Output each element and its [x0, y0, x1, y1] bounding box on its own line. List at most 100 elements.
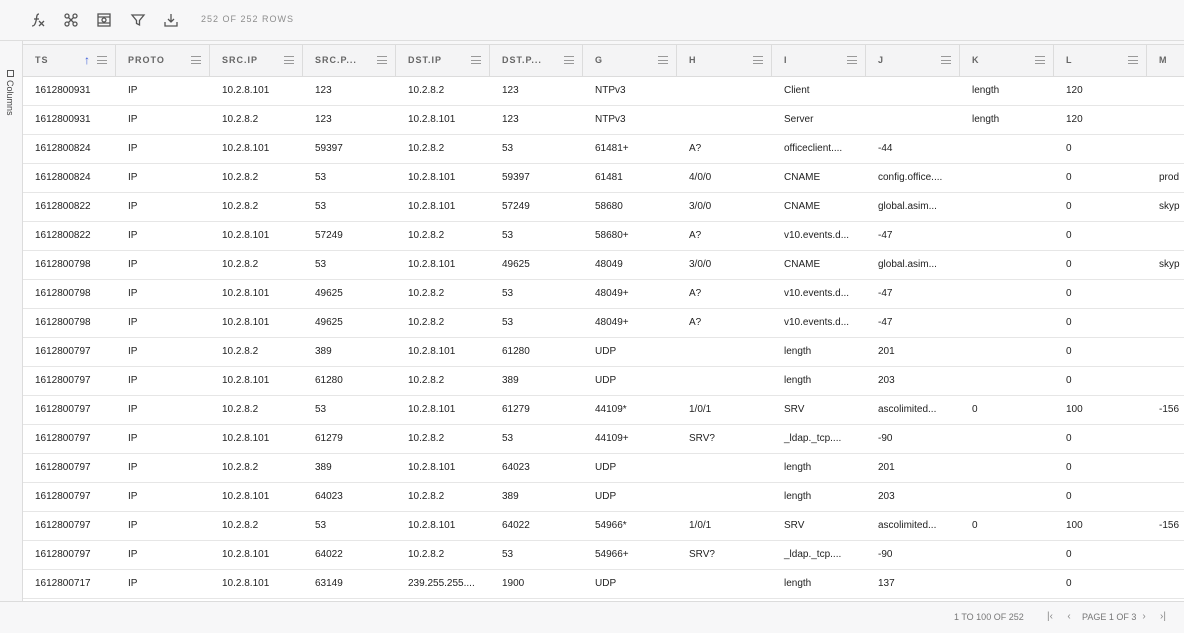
cell-src-ip[interactable]: 10.2.8.2	[210, 454, 303, 482]
cell-j[interactable]: -47	[866, 222, 960, 250]
cell-ts[interactable]: 1612800797	[23, 425, 116, 453]
cell-dst-port[interactable]: 53	[490, 309, 583, 337]
cell-dst-port[interactable]: 123	[490, 77, 583, 105]
column-header-j[interactable]: J	[866, 45, 960, 76]
cell-ts[interactable]: 1612800798	[23, 309, 116, 337]
table-row[interactable]: 1612800931 IP 10.2.8.2 123 10.2.8.101 123 NTPv…	[23, 106, 1184, 135]
cell-i[interactable]: CNAME	[772, 164, 866, 192]
cell-i[interactable]: _ldap._tcp....	[772, 425, 866, 453]
cell-k[interactable]	[960, 367, 1054, 395]
cell-i[interactable]: SRV	[772, 512, 866, 540]
cell-g[interactable]: 48049+	[583, 309, 677, 337]
cell-src-port[interactable]: 123	[303, 77, 396, 105]
columns-side-tab[interactable]: Columns	[0, 41, 23, 601]
cell-dst-ip[interactable]: 10.2.8.2	[396, 541, 490, 569]
cell-proto[interactable]: IP	[116, 541, 210, 569]
cell-l[interactable]: 0	[1054, 483, 1147, 511]
cell-ts[interactable]: 1612800797	[23, 454, 116, 482]
cell-l[interactable]: 0	[1054, 425, 1147, 453]
column-menu-icon[interactable]	[191, 56, 201, 64]
cell-m[interactable]	[1147, 77, 1184, 105]
cell-k[interactable]	[960, 541, 1054, 569]
table-row[interactable]: 1612800798 IP 10.2.8.101 49625 10.2.8.2 53 480…	[23, 309, 1184, 338]
connect-icon[interactable]	[61, 10, 81, 30]
table-row[interactable]: 1612800797 IP 10.2.8.101 64022 10.2.8.2 53 549…	[23, 541, 1184, 570]
cell-i[interactable]: length	[772, 454, 866, 482]
cell-dst-ip[interactable]: 239.255.255....	[396, 570, 490, 598]
cell-proto[interactable]: IP	[116, 483, 210, 511]
table-row[interactable]: 1612800797 IP 10.2.8.2 53 10.2.8.101 61279 441…	[23, 396, 1184, 425]
cell-k[interactable]: length	[960, 77, 1054, 105]
cell-dst-port[interactable]: 61279	[490, 396, 583, 424]
cell-src-port[interactable]: 53	[303, 512, 396, 540]
cell-src-port[interactable]: 53	[303, 193, 396, 221]
cell-m[interactable]	[1147, 483, 1184, 511]
cell-h[interactable]: 1/0/1	[677, 512, 772, 540]
cell-g[interactable]: UDP	[583, 483, 677, 511]
cell-dst-port[interactable]: 53	[490, 425, 583, 453]
cell-ts[interactable]: 1612800824	[23, 164, 116, 192]
cell-proto[interactable]: IP	[116, 396, 210, 424]
cell-dst-ip[interactable]: 10.2.8.2	[396, 483, 490, 511]
cell-h[interactable]	[677, 338, 772, 366]
cell-ts[interactable]: 1612800797	[23, 541, 116, 569]
cell-l[interactable]: 0	[1054, 454, 1147, 482]
cell-l[interactable]: 0	[1054, 164, 1147, 192]
cell-src-ip[interactable]: 10.2.8.101	[210, 541, 303, 569]
cell-g[interactable]: 58680+	[583, 222, 677, 250]
cell-h[interactable]: A?	[677, 280, 772, 308]
cell-m[interactable]	[1147, 338, 1184, 366]
cell-src-ip[interactable]: 10.2.8.101	[210, 77, 303, 105]
cell-g[interactable]: 58680	[583, 193, 677, 221]
cell-h[interactable]: 3/0/0	[677, 193, 772, 221]
cell-g[interactable]: NTPv3	[583, 106, 677, 134]
column-menu-icon[interactable]	[377, 56, 387, 64]
cell-g[interactable]: UDP	[583, 570, 677, 598]
cell-k[interactable]	[960, 570, 1054, 598]
cell-src-port[interactable]: 49625	[303, 309, 396, 337]
cell-l[interactable]: 120	[1054, 106, 1147, 134]
cell-h[interactable]: A?	[677, 222, 772, 250]
cell-dst-ip[interactable]: 10.2.8.2	[396, 425, 490, 453]
cell-h[interactable]: A?	[677, 135, 772, 163]
cell-h[interactable]: 4/0/0	[677, 164, 772, 192]
cell-h[interactable]	[677, 77, 772, 105]
column-menu-icon[interactable]	[284, 56, 294, 64]
cell-m[interactable]	[1147, 367, 1184, 395]
cell-src-port[interactable]: 61279	[303, 425, 396, 453]
cell-dst-port[interactable]: 61280	[490, 338, 583, 366]
column-header-src-port[interactable]: SRC.P...	[303, 45, 396, 76]
cell-k[interactable]: 0	[960, 512, 1054, 540]
cell-src-ip[interactable]: 10.2.8.101	[210, 135, 303, 163]
sort-ascending-icon[interactable]: ↑	[84, 53, 91, 67]
download-icon[interactable]	[161, 10, 181, 30]
cell-dst-port[interactable]: 53	[490, 541, 583, 569]
cell-m[interactable]	[1147, 425, 1184, 453]
cell-ts[interactable]: 1612800798	[23, 251, 116, 279]
cell-src-ip[interactable]: 10.2.8.101	[210, 367, 303, 395]
cell-dst-port[interactable]: 1900	[490, 570, 583, 598]
cell-ts[interactable]: 1612800824	[23, 135, 116, 163]
table-row[interactable]: 1612800822 IP 10.2.8.2 53 10.2.8.101 57249 586…	[23, 193, 1184, 222]
cell-proto[interactable]: IP	[116, 367, 210, 395]
table-row[interactable]: 1612800797 IP 10.2.8.101 64023 10.2.8.2 389 UD…	[23, 483, 1184, 512]
cell-j[interactable]: config.office....	[866, 164, 960, 192]
cell-k[interactable]	[960, 164, 1054, 192]
cell-dst-ip[interactable]: 10.2.8.2	[396, 135, 490, 163]
table-row[interactable]: 1612800931 IP 10.2.8.101 123 10.2.8.2 123 NTPv…	[23, 77, 1184, 106]
cell-l[interactable]: 100	[1054, 396, 1147, 424]
cell-dst-ip[interactable]: 10.2.8.2	[396, 309, 490, 337]
cell-m[interactable]	[1147, 454, 1184, 482]
table-row[interactable]: 1612800797 IP 10.2.8.2 389 10.2.8.101 64023 UD…	[23, 454, 1184, 483]
cell-k[interactable]	[960, 425, 1054, 453]
cell-src-ip[interactable]: 10.2.8.2	[210, 512, 303, 540]
cell-ts[interactable]: 1612800798	[23, 280, 116, 308]
cell-j[interactable]: -44	[866, 135, 960, 163]
cell-src-port[interactable]: 53	[303, 251, 396, 279]
cell-ts[interactable]: 1612800931	[23, 77, 116, 105]
cell-proto[interactable]: IP	[116, 425, 210, 453]
column-menu-icon[interactable]	[564, 56, 574, 64]
cell-j[interactable]: ascolimited...	[866, 396, 960, 424]
cell-g[interactable]: 54966+	[583, 541, 677, 569]
cell-g[interactable]: 44109+	[583, 425, 677, 453]
